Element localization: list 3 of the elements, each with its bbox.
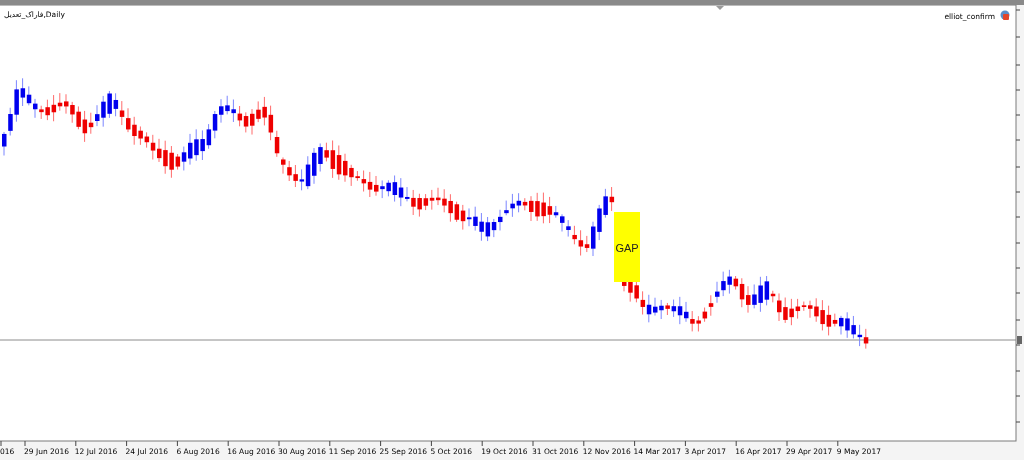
gap-label: GAP bbox=[615, 242, 639, 254]
gap-highlight bbox=[614, 212, 640, 282]
price-marker bbox=[1017, 336, 1022, 344]
